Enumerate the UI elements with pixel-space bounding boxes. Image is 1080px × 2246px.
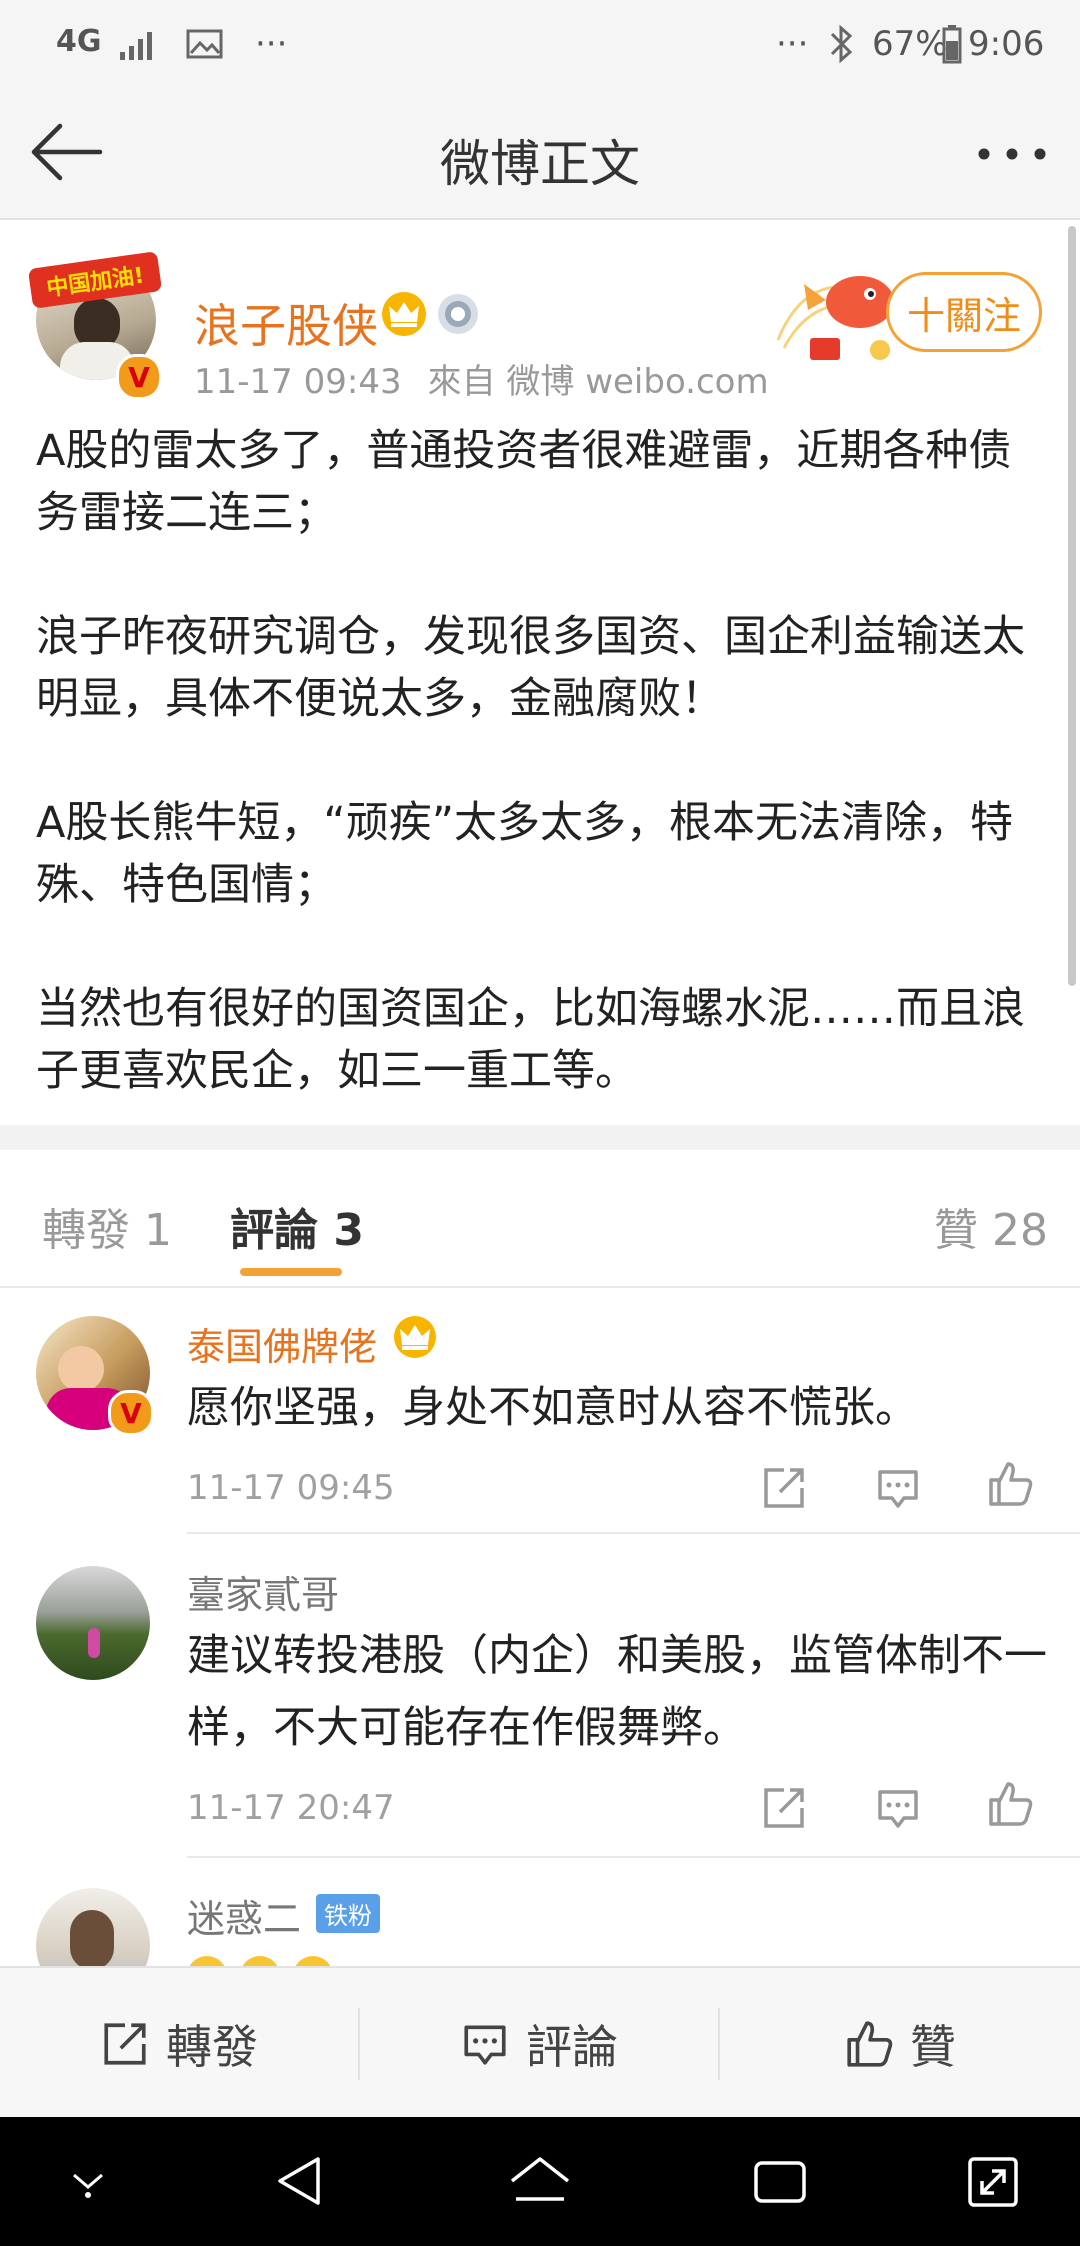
post-paragraph: A股长熊牛短，“顽疾”太多太多，根本无法清除，特殊、特色国情； [36, 798, 1013, 910]
post-paragraph: 浪子昨夜研究调仓，发现很多国资、国企利益输送太明显，具体不便说太多，金融腐败！ [36, 612, 1025, 724]
notification-more: ··· [255, 24, 288, 64]
like-icon[interactable] [986, 1460, 1034, 1508]
commenter-name[interactable]: 迷惑二 [187, 1888, 301, 1943]
chevron-down-icon[interactable] [66, 2163, 110, 2203]
post-time: 11-17 09:43 [194, 362, 402, 402]
expand-icon[interactable] [966, 2153, 1020, 2209]
home-icon[interactable] [508, 2153, 572, 2209]
page-title: 微博正文 [440, 135, 640, 193]
back-icon[interactable] [272, 2153, 328, 2209]
reply-icon[interactable] [874, 1784, 922, 1832]
comment-button[interactable]: 評論 [360, 1968, 718, 2119]
commenter-name[interactable]: 臺家貳哥 [187, 1564, 339, 1619]
share-icon [104, 2022, 146, 2065]
comment-icon [464, 2025, 506, 2065]
status-more: ··· [776, 24, 809, 64]
system-navigation-bar [0, 2117, 1080, 2246]
network-indicator: 4G [56, 24, 102, 59]
comment-time: 11-17 09:45 [187, 1468, 395, 1508]
clock: 9:06 [968, 24, 1045, 64]
battery-icon [942, 25, 962, 64]
section-divider [0, 1125, 1080, 1150]
post-paragraph: 当然也有很好的国资国企，比如海螺水泥……而且浪子更喜欢民企，如三一重工等。 [36, 984, 1025, 1096]
comment-item: 臺家貳哥 建议转投港股（内企）和美股，监管体制不一样，不大可能存在作假舞弊。 1… [0, 1536, 1080, 1858]
crown-icon [394, 1316, 436, 1358]
top-nav-bar: 微博正文 [0, 90, 1080, 220]
repost-button[interactable]: 轉發 [0, 1968, 358, 2119]
active-tab-indicator [240, 1268, 342, 1276]
post-source[interactable]: 來自 微博 weibo.com [428, 362, 769, 402]
bluetooth-icon [830, 24, 853, 64]
post-body: A股的雷太多了，普通投资者很难避雷，近期各种债务雷接二连三； 浪子昨夜研究调仓，… [36, 420, 1046, 1164]
tab-reposts[interactable]: 轉發 1 [42, 1194, 172, 1258]
fan-badge: 铁粉 [316, 1894, 380, 1933]
battery-percent: 67% [872, 24, 948, 64]
like-icon[interactable] [986, 1780, 1034, 1828]
post-meta: 11-17 09:43 來自 微博 weibo.com [194, 354, 769, 403]
comment-time: 11-17 20:47 [187, 1788, 395, 1828]
follow-button[interactable]: 十關注 [886, 272, 1042, 352]
verified-badge: V [108, 1390, 154, 1436]
tab-comments[interactable]: 評論 3 [230, 1194, 364, 1258]
author-name[interactable]: 浪子股侠 [194, 290, 378, 356]
reply-icon[interactable] [874, 1464, 922, 1512]
share-icon[interactable] [760, 1784, 808, 1832]
comment-item: V 泰国佛牌佬 愿你坚强，身处不如意时从容不慌张。 11-17 09:45 [0, 1288, 1080, 1534]
bottom-action-bar: 轉發 評論 贊 [0, 1966, 1080, 2119]
post-paragraph: A股的雷太多了，普通投资者很难避雷，近期各种债务雷接二连三； [36, 426, 1012, 538]
more-dots-icon[interactable] [974, 142, 1050, 166]
medal-icon [438, 294, 478, 334]
emoji-row [187, 1956, 334, 1966]
status-bar: 4G ··· ··· 67% 9:06 [0, 0, 1080, 90]
tab-bar: 轉發 1 評論 3 贊 28 [0, 1150, 1080, 1288]
share-icon[interactable] [760, 1464, 808, 1512]
comment-item: 迷惑二 铁粉 [0, 1860, 1080, 1966]
comment-divider [187, 1532, 1080, 1534]
like-icon [847, 2020, 893, 2067]
signal-icon [120, 32, 152, 60]
verified-badge: V [116, 354, 162, 400]
scrollbar[interactable] [1068, 226, 1076, 986]
commenter-avatar[interactable] [36, 1566, 150, 1680]
recent-apps-icon[interactable] [752, 2157, 808, 2207]
comment-label: 評論 [526, 2019, 618, 2074]
image-icon [186, 29, 223, 59]
tab-likes[interactable]: 贊 28 [934, 1194, 1048, 1258]
crown-icon [382, 292, 426, 336]
comment-divider [187, 1856, 1080, 1858]
comment-text: 建议转投港股（内企）和美股，监管体制不一样，不大可能存在作假舞弊。 [187, 1631, 1047, 1753]
commenter-avatar[interactable] [36, 1888, 150, 1966]
like-button[interactable]: 贊 [720, 1968, 1080, 2119]
like-label: 贊 [910, 2019, 956, 2074]
commenter-name[interactable]: 泰国佛牌佬 [187, 1316, 377, 1371]
weibo-post: 中国加油! V 浪子股侠 11-17 09:43 來自 微博 weibo.com … [0, 220, 1080, 1125]
repost-label: 轉發 [166, 2019, 258, 2074]
comment-text: 愿你坚强，身处不如意时从容不慌张。 [187, 1383, 918, 1433]
